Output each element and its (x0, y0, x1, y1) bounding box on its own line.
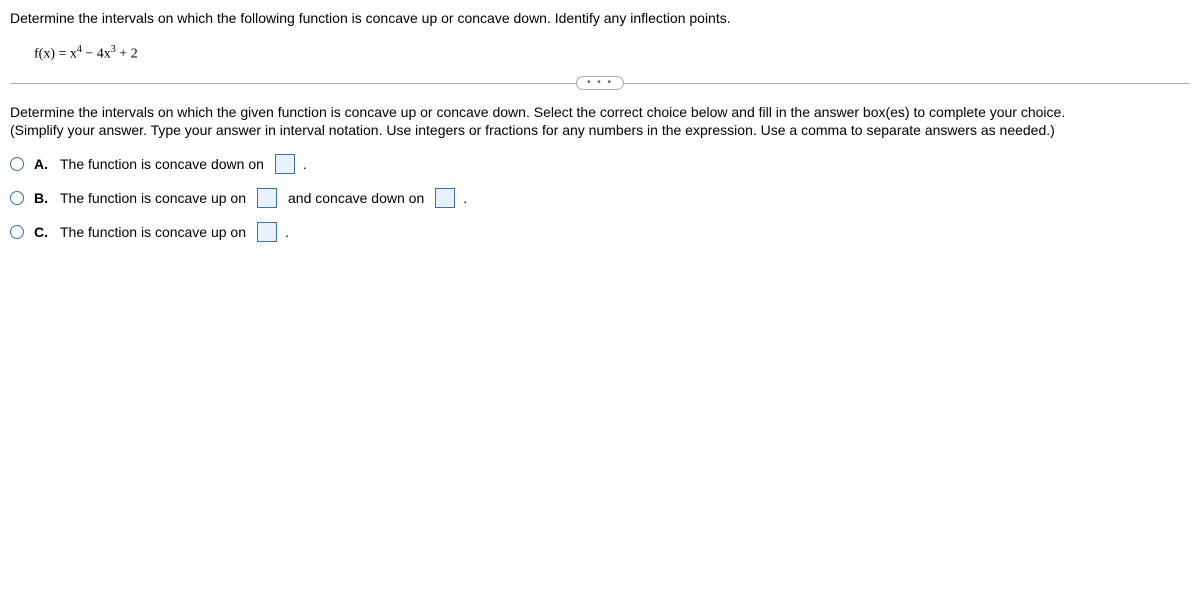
choice-a-label: A. (34, 156, 50, 172)
choice-b-text2: and concave down on (288, 190, 424, 206)
instruction-line-2: (Simplify your answer. Type your answer … (10, 122, 1190, 138)
answer-box-b1[interactable] (257, 188, 277, 208)
choice-c-period: . (285, 224, 289, 240)
radio-c[interactable] (10, 225, 24, 239)
choice-b-period: . (463, 190, 467, 206)
choice-b-row: B. The function is concave up on and con… (10, 188, 1190, 208)
answer-box-a[interactable] (275, 154, 295, 174)
choice-b-label: B. (34, 190, 50, 206)
choice-a-period: . (303, 156, 307, 172)
radio-b[interactable] (10, 191, 24, 205)
choice-c-label: C. (34, 224, 50, 240)
choice-c-row: C. The function is concave up on . (10, 222, 1190, 242)
answer-box-c[interactable] (257, 222, 277, 242)
question-prompt: Determine the intervals on which the fol… (10, 10, 1190, 26)
formula-mid: − 4x (82, 47, 111, 62)
answer-box-b2[interactable] (435, 188, 455, 208)
formula-suffix: + 2 (116, 47, 138, 62)
formula-container: f(x) = x4 − 4x3 + 2 (10, 44, 1190, 63)
divider: • • • (10, 83, 1190, 84)
choice-b-text1: The function is concave up on (60, 190, 246, 206)
radio-a[interactable] (10, 157, 24, 171)
formula-prefix: f(x) = x (34, 47, 77, 62)
instruction-line-1: Determine the intervals on which the giv… (10, 104, 1190, 120)
choice-c-text: The function is concave up on (60, 224, 246, 240)
expand-icon[interactable]: • • • (576, 76, 624, 90)
choice-a-text: The function is concave down on (60, 156, 264, 172)
choice-a-row: A. The function is concave down on . (10, 154, 1190, 174)
